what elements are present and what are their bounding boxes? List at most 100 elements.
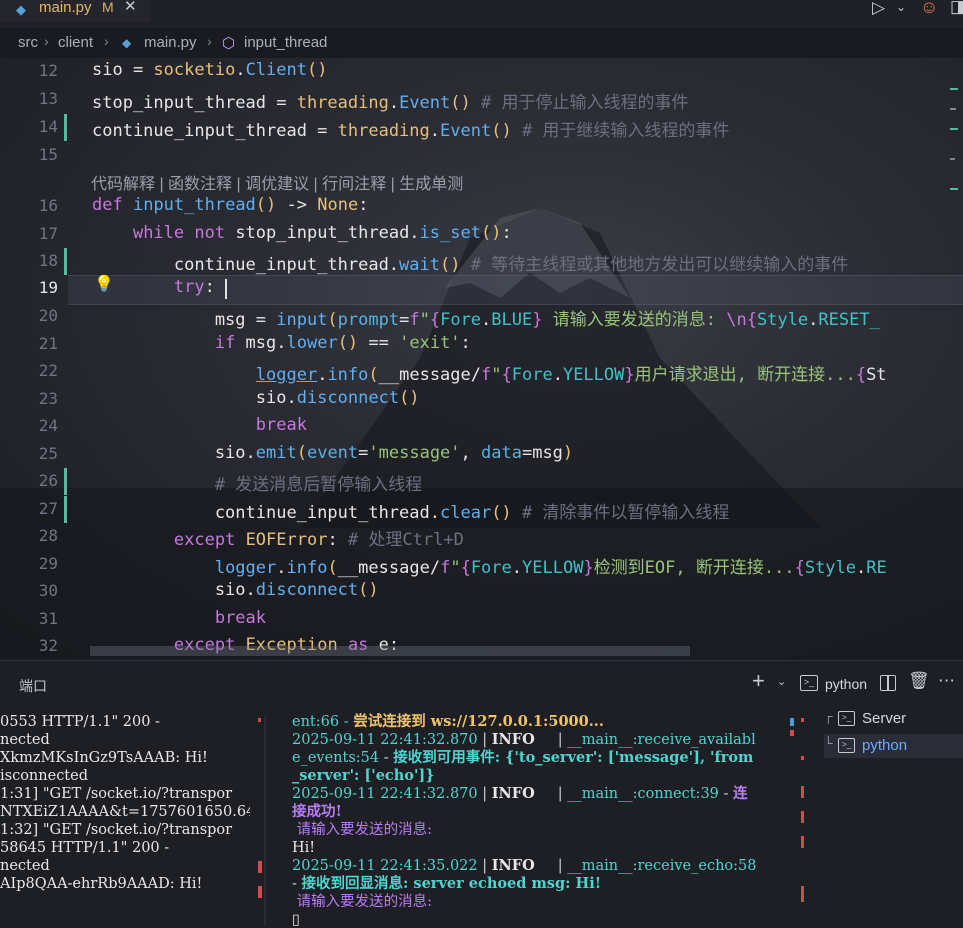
- code-line: sio.disconnect(): [92, 580, 379, 600]
- input-prompt: 请输入要发送的消息:: [292, 894, 432, 910]
- log-source: __main__:receive_echo:58: [567, 858, 757, 874]
- tab-underline: [0, 22, 150, 24]
- line-number: 28: [38, 526, 58, 545]
- code-line: logger.info(__message/f"{Fore.YELLOW}用户请…: [255, 365, 887, 385]
- terminal-line: nected: [0, 732, 50, 748]
- terminal-server-output[interactable]: 0553 HTTP/1.1" 200 - nected XkmzMKsInGz9…: [0, 713, 250, 928]
- log-time: 2025-09-11 22:41:32.870: [292, 732, 478, 748]
- input-prompt: 请输入要发送的消息:: [292, 822, 432, 838]
- line-number: 16: [38, 196, 58, 215]
- terminal-line: AIp8QAA-ehrRb9AAAD: Hi!: [0, 876, 203, 892]
- user-input: Hi!: [292, 840, 316, 856]
- split-editor-icon[interactable]: ◨: [950, 0, 963, 17]
- chevron-down-icon[interactable]: ⌄: [896, 0, 906, 14]
- log-source: __main__:receive_availabl: [567, 732, 756, 748]
- terminal-list-label: Server: [862, 710, 907, 727]
- minimap-markers: [950, 88, 958, 190]
- terminal-panel: 端口 + ⌄ >_ python 🗑 ⋯ 0553 HTTP/1.1" 200 …: [0, 660, 963, 928]
- line-number: 30: [38, 581, 58, 600]
- breadcrumb: src › client › ◆ main.py › ⬡ input_threa…: [0, 28, 963, 56]
- code-line: msg = input(prompt=f"{Fore.BLUE} 请输入要发送的…: [92, 310, 880, 330]
- terminal-python-output[interactable]: ent:66 - 尝试连接到 ws://127.0.0.1:5000... 20…: [292, 713, 787, 928]
- line-number: 14: [38, 117, 58, 136]
- code-line: logger.info(__message/f"{Fore.YELLOW}检测到…: [214, 558, 887, 578]
- line-number: 19: [38, 278, 58, 297]
- chevron-right-icon: ›: [207, 33, 212, 49]
- breadcrumb-client[interactable]: client: [58, 34, 93, 51]
- terminal-list-item-server[interactable]: ┌ >_ Server: [824, 707, 963, 731]
- terminal-line: nected: [0, 858, 50, 874]
- text-cursor: [225, 279, 227, 299]
- code-line: stop_input_thread = threading.Event() # …: [92, 93, 689, 113]
- python-file-icon: ◆: [122, 36, 132, 50]
- terminal-line: isconnected: [0, 768, 88, 784]
- modified-gutter-bar: [64, 468, 67, 495]
- log-source: __main__:connect:39: [567, 786, 719, 802]
- modified-gutter-bar: [64, 496, 67, 523]
- tab-label: main.py: [39, 0, 92, 16]
- code-editor[interactable]: 12 sio = socketio.Client() 13 stop_input_t…: [0, 58, 963, 658]
- terminal-icon: >_: [838, 711, 855, 726]
- code-line: sio.emit(event='message', data=msg): [92, 443, 574, 463]
- code-line: sio = socketio.Client(): [92, 60, 328, 80]
- code-line: break: [214, 608, 267, 628]
- line-number: 17: [38, 224, 58, 243]
- active-terminal-name[interactable]: python: [825, 676, 867, 692]
- line-number: 13: [38, 89, 58, 108]
- line-number: 22: [38, 361, 58, 380]
- code-line: continue_input_thread = threading.Event(…: [92, 121, 730, 141]
- log-message: _server': ['echo']}: [292, 767, 435, 784]
- tab-main-py[interactable]: ◆ main.py M ✕: [0, 0, 150, 22]
- terminal-line: 0553 HTTP/1.1" 200 -: [0, 714, 160, 730]
- close-icon[interactable]: ✕: [124, 0, 137, 15]
- copilot-icon[interactable]: ☺: [920, 0, 938, 18]
- line-number: 31: [38, 609, 58, 628]
- run-icon[interactable]: ▷: [872, 0, 885, 18]
- log-level: INFO: [491, 785, 535, 802]
- log-source: e_events:54: [292, 750, 380, 766]
- line-number: 25: [38, 444, 58, 463]
- chevron-down-icon[interactable]: ⌄: [777, 675, 786, 688]
- chevron-right-icon: ›: [44, 33, 49, 49]
- log-message: 连: [733, 785, 748, 802]
- breadcrumb-src[interactable]: src: [18, 34, 38, 51]
- editor-tab-bar: ◆ main.py M ✕ ▷ ⌄ ☺ ◨: [0, 0, 963, 28]
- modified-gutter-bar: [64, 248, 67, 275]
- line-number: 15: [38, 145, 58, 164]
- code-line: except EOFError: # 处理Ctrl+D: [173, 530, 464, 550]
- code-line: if msg.lower() == 'exit':: [214, 333, 471, 353]
- codelens-actions[interactable]: 代码解释 | 函数注释 | 调优建议 | 行间注释 | 生成单测: [91, 170, 463, 194]
- python-file-icon: ◆: [16, 2, 26, 17]
- lightbulb-icon[interactable]: 💡: [94, 274, 114, 294]
- panel-title[interactable]: 端口: [19, 676, 47, 696]
- log-source: ent:66 -: [292, 714, 354, 730]
- line-number: 12: [38, 61, 58, 80]
- log-time: 2025-09-11 22:41:32.870: [292, 786, 478, 802]
- horizontal-scrollbar[interactable]: [90, 646, 690, 656]
- terminal-icon: >_: [800, 675, 818, 691]
- terminal-line: XkmzMKsInGz9TsAAAB: Hi!: [0, 750, 208, 766]
- line-number: 20: [38, 306, 58, 325]
- code-line: continue_input_thread.wait() # 等待主线程或其他地…: [92, 255, 849, 275]
- terminal-split-divider[interactable]: [264, 716, 266, 926]
- cube-icon: ⬡: [222, 35, 236, 52]
- line-number: 21: [38, 334, 58, 353]
- add-terminal-icon[interactable]: +: [752, 668, 765, 694]
- code-line: # 发送消息后暂停输入线程: [214, 475, 423, 495]
- more-icon[interactable]: ⋯: [938, 671, 955, 691]
- terminal-list-item-python[interactable]: └ >_ python: [824, 734, 963, 758]
- log-time: 2025-09-11 22:41:35.022: [292, 858, 478, 874]
- breadcrumb-symbol[interactable]: input_thread: [244, 34, 327, 51]
- line-number: 26: [38, 471, 58, 490]
- split-terminal-icon[interactable]: [880, 675, 896, 691]
- terminal-list-label: python: [862, 737, 908, 754]
- breadcrumb-file[interactable]: main.py: [144, 34, 197, 51]
- line-number: 32: [38, 636, 58, 655]
- line-number: 24: [38, 416, 58, 435]
- line-number: 23: [38, 389, 58, 408]
- code-line: continue_input_thread.clear() # 清除事件以暂停输…: [92, 503, 730, 523]
- terminal-icon: >_: [838, 738, 855, 753]
- trash-icon[interactable]: 🗑: [908, 671, 930, 691]
- tree-branch-icon: └: [824, 736, 833, 750]
- terminal-line: 58645 HTTP/1.1" 200 -: [0, 840, 170, 856]
